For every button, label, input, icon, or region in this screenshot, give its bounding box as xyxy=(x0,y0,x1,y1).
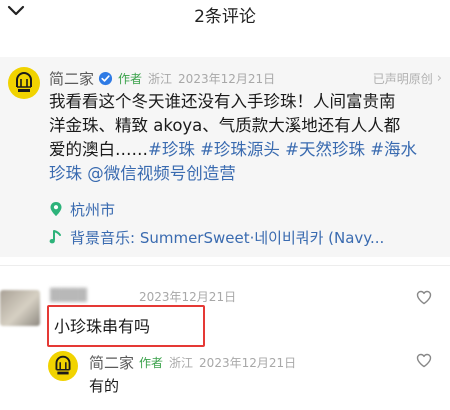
author-badge: 作者 xyxy=(118,71,143,86)
commenter-name-blurred: ████ xyxy=(50,288,87,302)
heart-icon[interactable] xyxy=(416,290,432,305)
declaration-label: 已声明原创 xyxy=(372,71,433,86)
author-badge: 作者 xyxy=(139,355,164,370)
brand-logo-icon xyxy=(16,72,32,92)
commenter-avatar[interactable] xyxy=(0,290,40,326)
hashtag-link[interactable]: 珍珠 xyxy=(49,164,82,183)
comments-count-title: 2条评论 xyxy=(194,7,256,27)
original-declaration[interactable]: 已声明原创 › xyxy=(373,68,442,88)
video-post-card: 简二家 作者 浙江 2023年12月21日 已声明原创 › 我看看这个冬天谁还没… xyxy=(0,57,450,257)
verified-icon xyxy=(98,71,113,85)
hashtag-link[interactable]: #天然珍珠 xyxy=(285,140,365,159)
location-link[interactable]: 杭州市 xyxy=(49,198,115,220)
caption-text: 爱的澳白…… xyxy=(49,140,148,159)
post-date: 2023年12月21日 xyxy=(178,71,276,86)
music-note-icon xyxy=(49,230,61,244)
location-pin-icon xyxy=(50,202,62,216)
hashtag-link[interactable]: #海水 xyxy=(370,140,417,159)
reply-author-avatar[interactable] xyxy=(48,351,78,381)
reply-meta: 简二家 作者 浙江 2023年12月21日 xyxy=(89,352,296,372)
author-name[interactable]: 简二家 xyxy=(49,68,94,89)
comments-header: 2条评论 xyxy=(0,0,450,30)
section-divider xyxy=(0,265,450,266)
hashtag-link[interactable]: #珍珠源头 xyxy=(200,140,280,159)
post-region: 浙江 xyxy=(148,71,173,86)
caption-line: 珍珠 @微信视频号创造营 xyxy=(49,162,441,186)
reply-region: 浙江 xyxy=(169,355,194,370)
caption-line: 我看看这个冬天谁还没有入手珍珠！人间富贵南 xyxy=(49,92,396,111)
post-caption: 我看看这个冬天谁还没有入手珍珠！人间富贵南 洋金珠、精致 akoya、气质款大溪… xyxy=(49,90,441,186)
caption-line: 洋金珠、精致 akoya、气质款大溪地还有人人都 xyxy=(49,116,401,135)
highlight-box xyxy=(47,305,205,347)
background-music-link[interactable]: 背景音乐: SummerSweet·네이비쿼카 (Navy... xyxy=(49,226,444,248)
comment-date: 2023年12月21日 xyxy=(139,290,237,304)
caption-line: 爱的澳白……#珍珠 #珍珠源头 #天然珍珠 #海水 xyxy=(49,138,441,162)
hashtag-link[interactable]: #珍珠 xyxy=(148,140,195,159)
mention-link[interactable]: @微信视频号创造营 xyxy=(87,164,236,183)
reply-date: 2023年12月21日 xyxy=(199,355,297,370)
reply-author-name[interactable]: 简二家 xyxy=(89,352,134,373)
chevron-right-icon: › xyxy=(436,70,442,86)
music-text: 背景音乐: SummerSweet·네이비쿼카 (Navy... xyxy=(70,228,385,247)
heart-icon[interactable] xyxy=(416,353,432,368)
location-text: 杭州市 xyxy=(70,200,116,219)
reply-text[interactable]: 有的 xyxy=(89,375,119,396)
brand-logo-icon xyxy=(55,355,71,375)
author-avatar[interactable] xyxy=(8,67,40,99)
post-meta: 简二家 作者 浙江 2023年12月21日 xyxy=(49,68,275,88)
